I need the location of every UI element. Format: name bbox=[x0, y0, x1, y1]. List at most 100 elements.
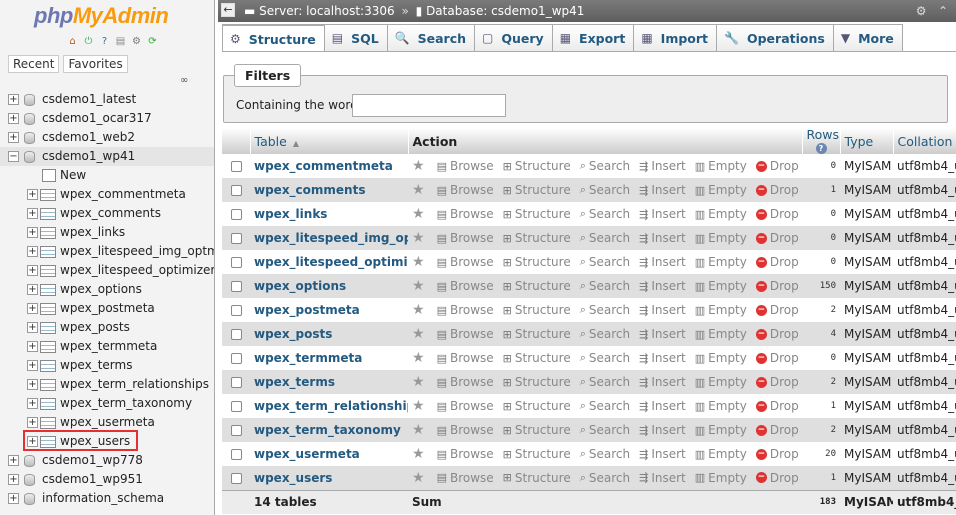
tree-database-label[interactable]: csdemo1_wp778 bbox=[42, 451, 143, 470]
table-name-link[interactable]: wpex_comments bbox=[250, 178, 408, 202]
expand-icon[interactable]: + bbox=[27, 360, 38, 371]
structure-action-link[interactable]: ⊞ Structure bbox=[503, 279, 571, 293]
table-name-link[interactable]: wpex_litespeed_optimizer bbox=[250, 250, 408, 274]
table-name-link[interactable]: wpex_links bbox=[250, 202, 408, 226]
structure-action-link[interactable]: ⊞ Structure bbox=[503, 351, 571, 365]
browse-action-link[interactable]: ▤ Browse bbox=[437, 327, 494, 341]
expand-icon[interactable]: + bbox=[27, 398, 38, 409]
expand-icon[interactable]: + bbox=[8, 132, 19, 143]
row-checkbox[interactable] bbox=[231, 377, 242, 388]
tree-table-wpex-term-relationships[interactable]: + wpex_term_relationships bbox=[0, 375, 214, 394]
tree-table-wpex-commentmeta[interactable]: + wpex_commentmeta bbox=[0, 185, 214, 204]
structure-action-link[interactable]: ⊞ Structure bbox=[503, 183, 571, 197]
search-action-link[interactable]: ⌕ Search bbox=[580, 303, 630, 317]
scroll-up-icon[interactable]: ⌃ bbox=[938, 4, 948, 18]
drop-action-link[interactable]: − Drop bbox=[755, 351, 799, 365]
structure-action-link[interactable]: ⊞ Structure bbox=[503, 255, 571, 269]
empty-action-link[interactable]: ▥ Empty bbox=[695, 351, 747, 365]
tree-database-label[interactable]: csdemo1_wp951 bbox=[42, 470, 143, 489]
favorite-star-icon[interactable]: ★ bbox=[412, 278, 428, 294]
phpmyadmin-logo[interactable]: phpMyAdmin bbox=[34, 3, 169, 29]
row-checkbox[interactable] bbox=[231, 449, 242, 460]
empty-action-link[interactable]: ▥ Empty bbox=[695, 303, 747, 317]
drop-action-link[interactable]: − Drop bbox=[755, 231, 799, 245]
help-icon[interactable]: ? bbox=[98, 36, 111, 48]
tree-table-label[interactable]: wpex_litespeed_optimizer bbox=[60, 261, 214, 280]
sort-by-type-link[interactable]: Type bbox=[845, 134, 874, 149]
tab-operations[interactable]: 🔧 Operations bbox=[717, 24, 834, 51]
expand-icon[interactable]: + bbox=[27, 208, 38, 219]
row-checkbox[interactable] bbox=[231, 281, 242, 292]
tree-new-label[interactable]: New bbox=[60, 166, 86, 185]
docs-icon[interactable]: ▤ bbox=[114, 36, 127, 48]
empty-action-link[interactable]: ▥ Empty bbox=[695, 183, 747, 197]
expand-icon[interactable]: + bbox=[8, 113, 19, 124]
expand-icon[interactable]: + bbox=[8, 493, 19, 504]
drop-action-link[interactable]: − Drop bbox=[755, 183, 799, 197]
search-action-link[interactable]: ⌕ Search bbox=[580, 399, 630, 413]
tab-search[interactable]: 🔍 Search bbox=[387, 24, 476, 51]
insert-action-link[interactable]: ⇶ Insert bbox=[639, 303, 686, 317]
empty-action-link[interactable]: ▥ Empty bbox=[695, 279, 747, 293]
structure-action-link[interactable]: ⊞ Structure bbox=[503, 327, 571, 341]
drop-action-link[interactable]: − Drop bbox=[755, 423, 799, 437]
row-checkbox[interactable] bbox=[231, 161, 242, 172]
empty-action-link[interactable]: ▥ Empty bbox=[695, 255, 747, 269]
tree-database-csdemo1-wp951[interactable]: + csdemo1_wp951 bbox=[0, 470, 214, 489]
link-with-main-panel-icon[interactable]: ∞ bbox=[180, 75, 188, 86]
header-type[interactable]: Type bbox=[840, 128, 894, 154]
expand-icon[interactable]: + bbox=[8, 474, 19, 485]
structure-action-link[interactable]: ⊞ Structure bbox=[503, 423, 571, 437]
insert-action-link[interactable]: ⇶ Insert bbox=[639, 159, 686, 173]
row-checkbox[interactable] bbox=[231, 472, 242, 484]
tree-database-label[interactable]: information_schema bbox=[42, 489, 164, 508]
search-action-link[interactable]: ⌕ Search bbox=[580, 351, 630, 365]
breadcrumb-database[interactable]: Database: csdemo1_wp41 bbox=[426, 4, 584, 18]
tree-database-label[interactable]: csdemo1_ocar317 bbox=[42, 109, 152, 128]
tree-table-label[interactable]: wpex_comments bbox=[60, 204, 161, 223]
table-icon[interactable] bbox=[40, 360, 56, 372]
favorite-star-icon[interactable]: ★ bbox=[412, 302, 428, 318]
insert-action-link[interactable]: ⇶ Insert bbox=[639, 471, 686, 485]
expand-icon[interactable]: + bbox=[27, 379, 38, 390]
tree-table-wpex-links[interactable]: + wpex_links bbox=[0, 223, 214, 242]
insert-action-link[interactable]: ⇶ Insert bbox=[639, 231, 686, 245]
browse-action-link[interactable]: ▤ Browse bbox=[437, 375, 494, 389]
search-action-link[interactable]: ⌕ Search bbox=[580, 159, 630, 173]
structure-action-link[interactable]: ⊞ Structure bbox=[503, 399, 571, 413]
settings-icon[interactable]: ⚙ bbox=[916, 4, 927, 18]
expand-icon[interactable]: − bbox=[8, 151, 19, 162]
structure-action-link[interactable]: ⊞ Structure bbox=[503, 447, 571, 461]
empty-action-link[interactable]: ▥ Empty bbox=[695, 471, 747, 485]
favorite-star-icon[interactable]: ★ bbox=[412, 254, 428, 270]
empty-action-link[interactable]: ▥ Empty bbox=[695, 399, 747, 413]
tab-more[interactable]: ▼ More bbox=[833, 24, 903, 51]
tree-table-wpex-litespeed-optimizer[interactable]: + wpex_litespeed_optimizer bbox=[0, 261, 214, 280]
browse-action-link[interactable]: ▤ Browse bbox=[437, 471, 494, 485]
browse-action-link[interactable]: ▤ Browse bbox=[437, 183, 494, 197]
table-icon[interactable] bbox=[40, 398, 56, 410]
favorite-star-icon[interactable]: ★ bbox=[412, 470, 428, 486]
row-checkbox[interactable] bbox=[231, 185, 242, 196]
empty-action-link[interactable]: ▥ Empty bbox=[695, 423, 747, 437]
browse-action-link[interactable]: ▤ Browse bbox=[437, 303, 494, 317]
tree-database-csdemo1-latest[interactable]: + csdemo1_latest bbox=[0, 90, 214, 109]
header-table[interactable]: Table ▲ bbox=[250, 128, 409, 154]
tree-database-csdemo1-wp778[interactable]: + csdemo1_wp778 bbox=[0, 451, 214, 470]
browse-action-link[interactable]: ▤ Browse bbox=[437, 279, 494, 293]
expand-icon[interactable]: + bbox=[8, 455, 19, 466]
tree-database-csdemo1-wp41[interactable]: − csdemo1_wp41 bbox=[0, 147, 214, 166]
expand-icon[interactable]: + bbox=[27, 341, 38, 352]
table-name-link[interactable]: wpex_commentmeta bbox=[250, 154, 408, 178]
tree-table-wpex-comments[interactable]: + wpex_comments bbox=[0, 204, 214, 223]
tree-table-label[interactable]: wpex_term_relationships bbox=[60, 375, 209, 394]
tab-query[interactable]: ▢ Query bbox=[475, 24, 553, 51]
insert-action-link[interactable]: ⇶ Insert bbox=[639, 375, 686, 389]
drop-action-link[interactable]: − Drop bbox=[755, 327, 799, 341]
favorite-star-icon[interactable]: ★ bbox=[412, 230, 428, 246]
row-checkbox[interactable] bbox=[231, 401, 242, 412]
favorites-tab[interactable]: Favorites bbox=[63, 55, 128, 73]
settings-icon[interactable]: ⚙ bbox=[130, 36, 143, 48]
table-icon[interactable] bbox=[40, 265, 56, 277]
tree-table-wpex-posts[interactable]: + wpex_posts bbox=[0, 318, 214, 337]
